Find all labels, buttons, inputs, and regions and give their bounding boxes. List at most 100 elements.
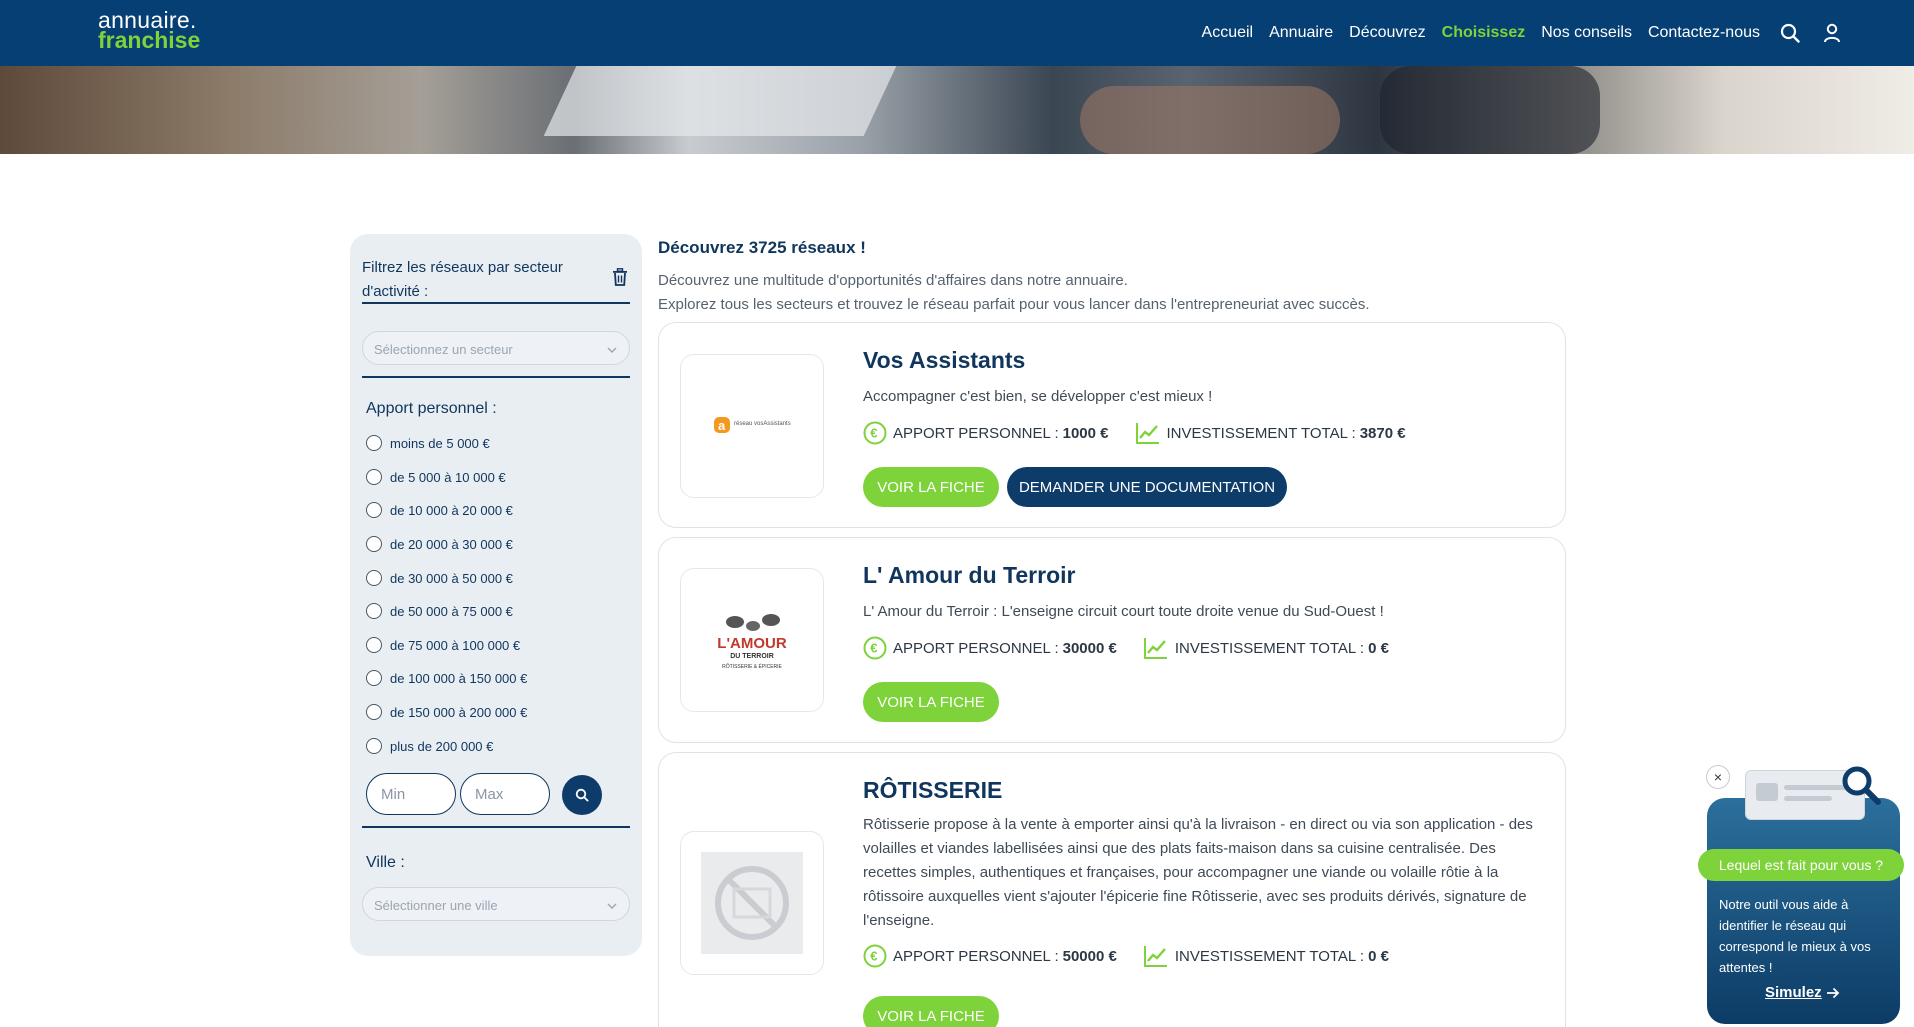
- network-kpis: € APPORT PERSONNEL :1000 € INVESTISSEMEN…: [863, 420, 1432, 446]
- site-logo[interactable]: annuaire. franchise: [98, 9, 201, 53]
- nav-contactez-nous[interactable]: Contactez-nous: [1648, 24, 1760, 42]
- radio-button[interactable]: [366, 670, 382, 686]
- apport-option[interactable]: de 150 000 à 200 000 €: [366, 702, 527, 722]
- network-name[interactable]: Vos Assistants: [863, 347, 1025, 374]
- nav-accueil[interactable]: Accueil: [1202, 24, 1254, 42]
- search-icon[interactable]: [1778, 21, 1802, 45]
- radio-button[interactable]: [366, 469, 382, 485]
- chevron-down-icon: [607, 899, 617, 909]
- user-icon[interactable]: [1820, 21, 1844, 45]
- apport-kpi: € APPORT PERSONNEL :30000 €: [863, 636, 1117, 660]
- no-image-icon: [701, 852, 803, 954]
- network-name[interactable]: L' Amour du Terroir: [863, 562, 1075, 589]
- divider: [362, 826, 630, 828]
- filter-title: Filtrez les réseaux par secteur d'activi…: [362, 259, 563, 300]
- svg-text:€: €: [870, 426, 877, 441]
- radio-button[interactable]: [366, 738, 382, 754]
- chart-icon: [1143, 638, 1167, 659]
- voir-fiche-button[interactable]: VOIR LA FICHE: [863, 682, 999, 722]
- network-card: a réseau vosAssistants Vos Assistants Ac…: [658, 322, 1566, 528]
- network-logo[interactable]: a réseau vosAssistants: [680, 354, 824, 498]
- nav-decouvrez[interactable]: Découvrez: [1349, 24, 1425, 42]
- network-logo[interactable]: L'AMOUR DU TERROIR RÔTISSERIE & ÉPICERIE: [680, 568, 824, 712]
- radio-button[interactable]: [366, 603, 382, 619]
- network-card: RÔTISSERIE Rôtisserie propose à la vente…: [658, 752, 1566, 1027]
- invest-kpi: INVESTISSEMENT TOTAL :0 €: [1143, 636, 1389, 660]
- apport-kpi: € APPORT PERSONNEL :1000 €: [863, 421, 1109, 445]
- main-nav: Accueil Annuaire Découvrez Choisissez No…: [1186, 0, 1914, 66]
- radio-button[interactable]: [366, 637, 382, 653]
- logo-text: réseau vosAssistants: [734, 421, 791, 427]
- voir-fiche-button[interactable]: VOIR LA FICHE: [863, 467, 999, 507]
- invest-kpi: INVESTISSEMENT TOTAL :3870 €: [1135, 421, 1406, 445]
- city-placeholder: Sélectionner une ville: [374, 898, 498, 913]
- simulez-link[interactable]: Simulez: [1765, 984, 1840, 1001]
- nav-nos-conseils[interactable]: Nos conseils: [1541, 24, 1632, 42]
- apport-option[interactable]: de 100 000 à 150 000 €: [366, 668, 527, 688]
- euro-icon: €: [863, 944, 887, 968]
- network-name[interactable]: RÔTISSERIE: [863, 777, 1002, 804]
- apport-option[interactable]: plus de 200 000 €: [366, 736, 493, 756]
- invest-kpi: INVESTISSEMENT TOTAL :0 €: [1143, 944, 1389, 968]
- arrow-right-icon: [1826, 987, 1839, 998]
- logo-line2: DU TERROIR: [730, 653, 774, 660]
- radio-button[interactable]: [366, 570, 382, 586]
- apport-option[interactable]: de 75 000 à 100 000 €: [366, 635, 520, 655]
- euro-icon: €: [863, 636, 887, 660]
- logo-line3: RÔTISSERIE & ÉPICERIE: [722, 663, 782, 670]
- apport-label: Apport personnel :: [366, 400, 497, 417]
- close-icon[interactable]: ×: [1706, 765, 1730, 789]
- logo-line1: L'AMOUR: [717, 635, 787, 652]
- nav-choisissez[interactable]: Choisissez: [1442, 24, 1526, 42]
- logo-line2: franchise: [98, 27, 201, 53]
- apport-option[interactable]: de 50 000 à 75 000 €: [366, 601, 513, 621]
- apport-option[interactable]: de 20 000 à 30 000 €: [366, 534, 513, 554]
- network-tagline: Accompagner c'est bien, se développer c'…: [863, 388, 1213, 405]
- radio-button[interactable]: [366, 704, 382, 720]
- page-description: Découvrez une multitude d'opportunités d…: [658, 272, 1370, 313]
- city-label: Ville :: [366, 854, 405, 871]
- apport-option[interactable]: de 5 000 à 10 000 €: [366, 467, 506, 487]
- chart-icon: [1135, 423, 1159, 444]
- radio-button[interactable]: [366, 435, 382, 451]
- svg-text:€: €: [870, 949, 877, 964]
- sector-select[interactable]: Sélectionnez un secteur: [362, 331, 630, 365]
- top-header: annuaire. franchise Accueil Annuaire Déc…: [0, 0, 1914, 66]
- widget-text: Notre outil vous aide à identifier le ré…: [1719, 897, 1871, 975]
- page-title: Découvrez 3725 réseaux !: [658, 238, 866, 257]
- max-input[interactable]: Max: [460, 773, 550, 815]
- hero-laptop-shape: [543, 66, 897, 136]
- nav-annuaire[interactable]: Annuaire: [1269, 24, 1333, 42]
- demander-documentation-button[interactable]: DEMANDER UNE DOCUMENTATION: [1007, 467, 1287, 507]
- apport-option[interactable]: de 10 000 à 20 000 €: [366, 500, 513, 520]
- search-icon: [575, 788, 589, 802]
- apport-option[interactable]: de 30 000 à 50 000 €: [366, 568, 513, 588]
- network-kpis: € APPORT PERSONNEL :50000 € INVESTISSEME…: [863, 943, 1415, 969]
- city-select[interactable]: Sélectionner une ville: [362, 887, 630, 921]
- sector-placeholder: Sélectionnez un secteur: [374, 342, 513, 357]
- magnifier-icon: [1840, 764, 1882, 806]
- hero-chair-shape: [1380, 66, 1600, 154]
- network-logo-placeholder[interactable]: [680, 831, 824, 975]
- euro-icon: €: [863, 421, 887, 445]
- chart-icon: [1143, 946, 1167, 967]
- svg-text:€: €: [870, 641, 877, 656]
- hero-hands-shape: [1080, 86, 1340, 154]
- radio-button[interactable]: [366, 536, 382, 552]
- divider: [362, 302, 630, 304]
- apport-search-button[interactable]: [562, 775, 602, 815]
- voir-fiche-button[interactable]: VOIR LA FICHE: [863, 996, 999, 1027]
- apport-option[interactable]: moins de 5 000 €: [366, 433, 490, 453]
- svg-text:a: a: [718, 418, 726, 433]
- min-input[interactable]: Min: [366, 773, 456, 815]
- trash-icon[interactable]: [612, 268, 630, 286]
- network-tagline: L' Amour du Terroir : L'enseigne circuit…: [863, 603, 1384, 620]
- radio-button[interactable]: [366, 502, 382, 518]
- network-tagline: Rôtisserie propose à la vente à emporter…: [863, 816, 1533, 929]
- divider: [362, 376, 630, 378]
- network-card: L'AMOUR DU TERROIR RÔTISSERIE & ÉPICERIE…: [658, 537, 1566, 743]
- widget-pill[interactable]: Lequel est fait pour vous ?: [1698, 849, 1904, 881]
- network-kpis: € APPORT PERSONNEL :30000 € INVESTISSEME…: [863, 635, 1415, 661]
- apport-kpi: € APPORT PERSONNEL :50000 €: [863, 944, 1117, 968]
- chevron-down-icon: [607, 343, 617, 353]
